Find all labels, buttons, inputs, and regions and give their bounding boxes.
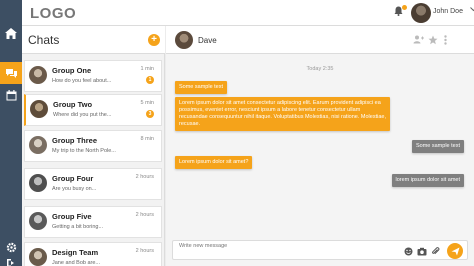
chat-time: 1 min	[140, 66, 154, 72]
message-incoming: Lorem ipsum dolor sit amet consectetur a…	[175, 97, 390, 131]
chat-name: Design Team	[52, 248, 99, 257]
message-outgoing: Some sample text	[411, 140, 464, 153]
rail-calendar[interactable]	[0, 84, 22, 106]
chat-name: Group One	[52, 66, 92, 75]
settings-icon	[6, 242, 16, 252]
add-user-icon[interactable]	[413, 35, 424, 44]
message-incoming: Some sample text	[175, 81, 228, 94]
conversation-header: Dave	[166, 26, 474, 54]
chat-list-item[interactable]: Group Five Getting a bit boring... 2 hou…	[24, 206, 162, 238]
logout-icon	[7, 259, 14, 266]
unread-badge: 3	[146, 110, 154, 118]
chat-preview: Jane and Bob are...	[52, 260, 101, 266]
chat-list-item[interactable]: Design Team Jane and Bob are... 2 hours	[24, 242, 162, 266]
chat-list-item[interactable]: Group Three My trip to the North Pole...…	[24, 130, 162, 162]
chat-name: Group Three	[52, 136, 98, 145]
chat-name: Group Two	[53, 100, 93, 109]
chats-header: Chats +	[22, 26, 165, 54]
user-name[interactable]: John Doe	[433, 8, 463, 15]
chat-icon	[5, 68, 17, 78]
chat-time: 2 hours	[135, 212, 154, 218]
rail-home[interactable]	[0, 22, 22, 44]
left-rail	[0, 0, 22, 266]
chat-time: 8 min	[140, 136, 154, 142]
chevron-down-icon[interactable]	[470, 7, 474, 12]
rail-chats[interactable]	[0, 62, 22, 84]
chat-time: 5 min	[140, 100, 154, 106]
chat-preview: How do you feel about...	[52, 78, 112, 84]
chats-panel: Chats + Group One How do you feel about.…	[22, 26, 165, 266]
message-input[interactable]	[179, 243, 379, 249]
day-separator: Today 2:35	[306, 66, 334, 72]
chat-list-item[interactable]: Group Four Are you busy on... 2 hours	[24, 168, 162, 200]
notification-dot	[402, 5, 407, 10]
home-icon	[5, 27, 17, 39]
send-icon	[451, 247, 459, 255]
message-incoming: Lorem ipsum dolor sit amet?	[175, 156, 253, 169]
chat-time: 2 hours	[135, 174, 154, 180]
emoji-icon[interactable]	[404, 247, 413, 256]
chat-preview: Where did you put the...	[53, 112, 112, 118]
message-outgoing: lorem ipsum dolor sit amet	[391, 174, 464, 187]
chat-preview: Are you busy on...	[52, 186, 97, 192]
calendar-icon	[6, 89, 16, 100]
chat-list-item[interactable]: Group One How do you feel about... 1 min…	[24, 60, 162, 92]
chat-list-item[interactable]: Group Two Where did you put the... 5 min…	[24, 94, 162, 126]
app-logo: LOGO	[30, 5, 77, 22]
avatar	[30, 100, 48, 118]
unread-badge: 1	[146, 76, 154, 84]
avatar	[29, 212, 47, 230]
contact-name: Dave	[198, 36, 217, 45]
send-button[interactable]	[447, 243, 463, 259]
avatar	[29, 174, 47, 192]
conversation-panel: Dave Today 2:35 Some sample text Lorem i…	[166, 26, 474, 266]
chat-name: Group Four	[52, 174, 94, 183]
chat-time: 2 hours	[135, 248, 154, 254]
attach-icon[interactable]	[431, 247, 440, 256]
contact-avatar	[175, 31, 193, 49]
camera-icon[interactable]	[417, 247, 427, 256]
top-bar: LOGO John Doe	[22, 0, 474, 26]
message-composer	[172, 240, 468, 260]
chats-title: Chats	[28, 33, 60, 47]
user-avatar[interactable]	[411, 3, 431, 23]
more-icon[interactable]	[444, 35, 447, 45]
avatar	[29, 248, 47, 266]
avatar	[29, 66, 47, 84]
new-chat-button[interactable]: +	[148, 34, 160, 46]
avatar	[29, 136, 47, 154]
chat-preview: My trip to the North Pole...	[52, 148, 116, 154]
rail-logout[interactable]	[0, 252, 22, 266]
star-icon[interactable]	[428, 35, 438, 45]
chat-name: Group Five	[52, 212, 92, 221]
chat-preview: Getting a bit boring...	[52, 224, 104, 230]
